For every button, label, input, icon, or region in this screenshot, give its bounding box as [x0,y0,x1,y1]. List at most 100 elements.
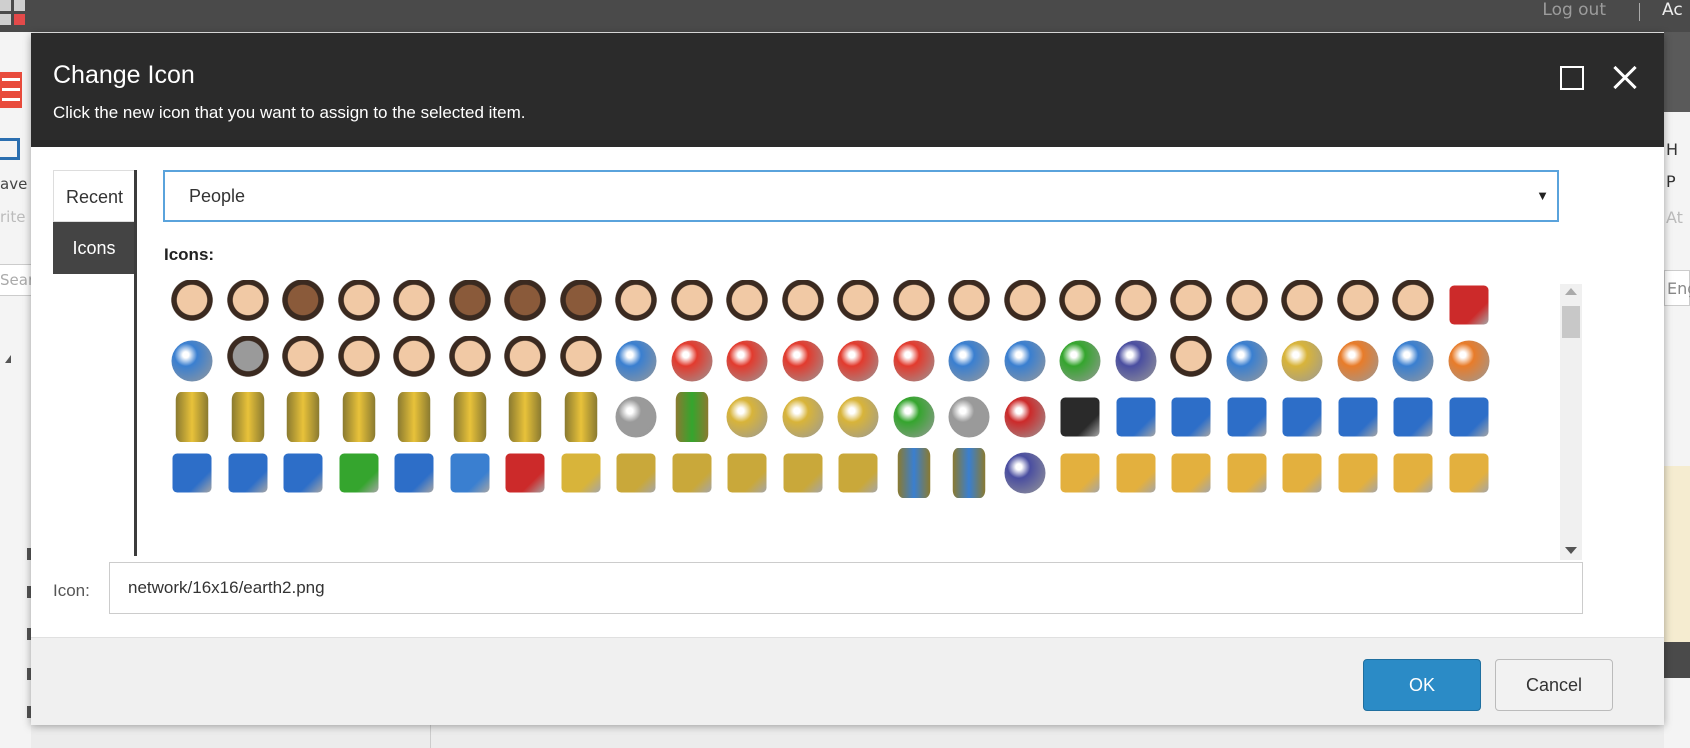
person-man-icon[interactable] [1277,280,1327,330]
bell-gold-icon[interactable] [837,396,879,438]
person-man-icon[interactable] [555,336,606,386]
person-man-icon[interactable] [389,336,439,386]
person-man-icon[interactable] [444,336,495,386]
person-man-long-hair-icon[interactable] [444,280,495,330]
person-man-icon[interactable] [333,336,384,386]
person-man-icon[interactable] [500,336,550,386]
scroll-down-icon[interactable] [1565,547,1577,554]
basketball-icon[interactable] [1448,340,1489,382]
beer-bottle-icon[interactable] [675,392,708,442]
bowling-ball-icon[interactable] [1004,452,1045,494]
ambulance-icon[interactable] [948,340,990,382]
book-blue-new-icon[interactable] [1393,397,1433,437]
person-man-bald-icon[interactable] [1332,280,1383,330]
person-man-glasses-icon[interactable] [722,280,772,330]
tab-icons[interactable]: Icons [53,222,135,274]
alarm-clock-play-icon[interactable] [837,340,879,382]
box-delete-icon[interactable] [1393,453,1433,493]
logout-link[interactable]: Log out [1542,0,1606,20]
battery-add-icon[interactable] [231,392,264,442]
app-launcher-icon[interactable] [0,0,28,28]
person-man-icon[interactable] [278,336,328,386]
bottle-icon[interactable] [897,448,930,498]
bell-green-icon[interactable] [893,396,934,438]
book-blue-check-icon[interactable] [172,453,212,493]
person-man-icon[interactable] [1055,280,1105,330]
books-check-icon[interactable] [838,453,878,493]
person-anonymous-icon[interactable] [222,336,273,386]
scroll-thumb[interactable] [1562,306,1580,338]
baseball-icon[interactable] [1392,340,1434,382]
wizard-icon[interactable] [1115,340,1156,382]
bell-red-icon[interactable] [1004,396,1045,438]
book-blue-edit-icon[interactable] [1282,397,1322,437]
battery-ok-icon[interactable] [453,392,486,442]
person-man-icon[interactable] [666,280,717,330]
bottle-pills-icon[interactable] [952,448,986,498]
alarm-clock-icon[interactable] [671,340,712,382]
hamburger-menu-icon[interactable] [0,72,22,108]
book-blue-delete-icon[interactable] [1227,397,1266,437]
person-man-smiling-icon[interactable] [500,280,550,330]
icon-grid-scrollbar[interactable] [1560,284,1582,560]
battery-edit-icon[interactable] [397,392,431,442]
scroll-up-icon[interactable] [1565,288,1577,295]
category-select[interactable]: People ▼ [163,170,1559,222]
books-icon[interactable] [616,453,656,493]
person-man-icon[interactable] [611,280,661,330]
book-blue-find-icon[interactable] [1338,397,1377,437]
book-blue-previous-icon[interactable] [228,453,267,493]
box-closed-icon[interactable] [1171,453,1211,493]
beer-glass-icon[interactable] [726,396,768,438]
person-man-icon[interactable] [1388,280,1438,330]
bandage-icon[interactable] [1337,340,1378,382]
person-man-bald-icon[interactable] [389,280,439,330]
cancel-button[interactable]: Cancel [1495,659,1613,711]
book-blue-open-icon[interactable] [394,453,434,493]
tab-recent[interactable]: Recent [53,170,135,222]
sleeping-icon[interactable] [615,396,657,438]
book-red-icon[interactable] [505,453,545,493]
battery-delete-icon[interactable] [342,392,375,442]
box-edit-icon[interactable] [1449,453,1488,493]
close-icon[interactable] [1609,61,1643,95]
box-edit-icon[interactable] [1338,453,1377,493]
bananas-icon[interactable] [1281,340,1323,382]
box-add-icon[interactable] [1116,453,1155,493]
battery-find-icon[interactable] [286,392,320,442]
person-man-icon[interactable] [833,280,883,330]
save-icon[interactable] [0,138,20,160]
battery-warning-icon[interactable] [564,392,597,442]
airplane-icon[interactable] [615,340,657,382]
book-open-icon[interactable] [450,453,489,493]
bell-icon[interactable] [782,396,823,438]
box-add-icon[interactable] [1227,453,1266,493]
right-panel-item[interactable]: H [1666,140,1678,159]
book-blue-icon[interactable] [1116,397,1155,437]
book-blue-search-icon[interactable] [283,453,323,493]
books-delete-icon[interactable] [727,453,767,493]
book-blue-next-icon[interactable] [1449,397,1488,437]
right-panel-item[interactable]: P [1666,172,1676,191]
person-man-icon[interactable] [278,280,328,330]
angel-icon[interactable] [1004,340,1045,382]
battery-icon[interactable] [175,392,209,442]
book-green-icon[interactable] [339,453,378,493]
book-blue-add-icon[interactable] [1171,397,1211,437]
person-man-glasses-icon[interactable] [944,280,994,330]
person-weight-icon[interactable] [1166,336,1216,386]
person-man-beard-icon[interactable] [555,280,606,330]
person-man-glasses-icon[interactable] [333,280,384,330]
alarm-clock-pause-icon[interactable] [726,340,768,382]
person-woman-icon[interactable] [999,280,1050,330]
bug-icon[interactable] [1226,340,1267,382]
person-man-beard-icon[interactable] [222,280,273,330]
tree-expand-icon[interactable] [5,355,11,363]
book-yellow-icon[interactable] [561,453,600,493]
language-selector[interactable]: Eng [1664,270,1690,306]
red-bag-icon[interactable] [1449,285,1488,325]
person-man-icon[interactable] [1110,280,1161,330]
person-woman-icon[interactable] [167,280,217,330]
person-man-icon[interactable] [1166,280,1216,330]
alarm-clock-stop-icon[interactable] [893,340,934,382]
